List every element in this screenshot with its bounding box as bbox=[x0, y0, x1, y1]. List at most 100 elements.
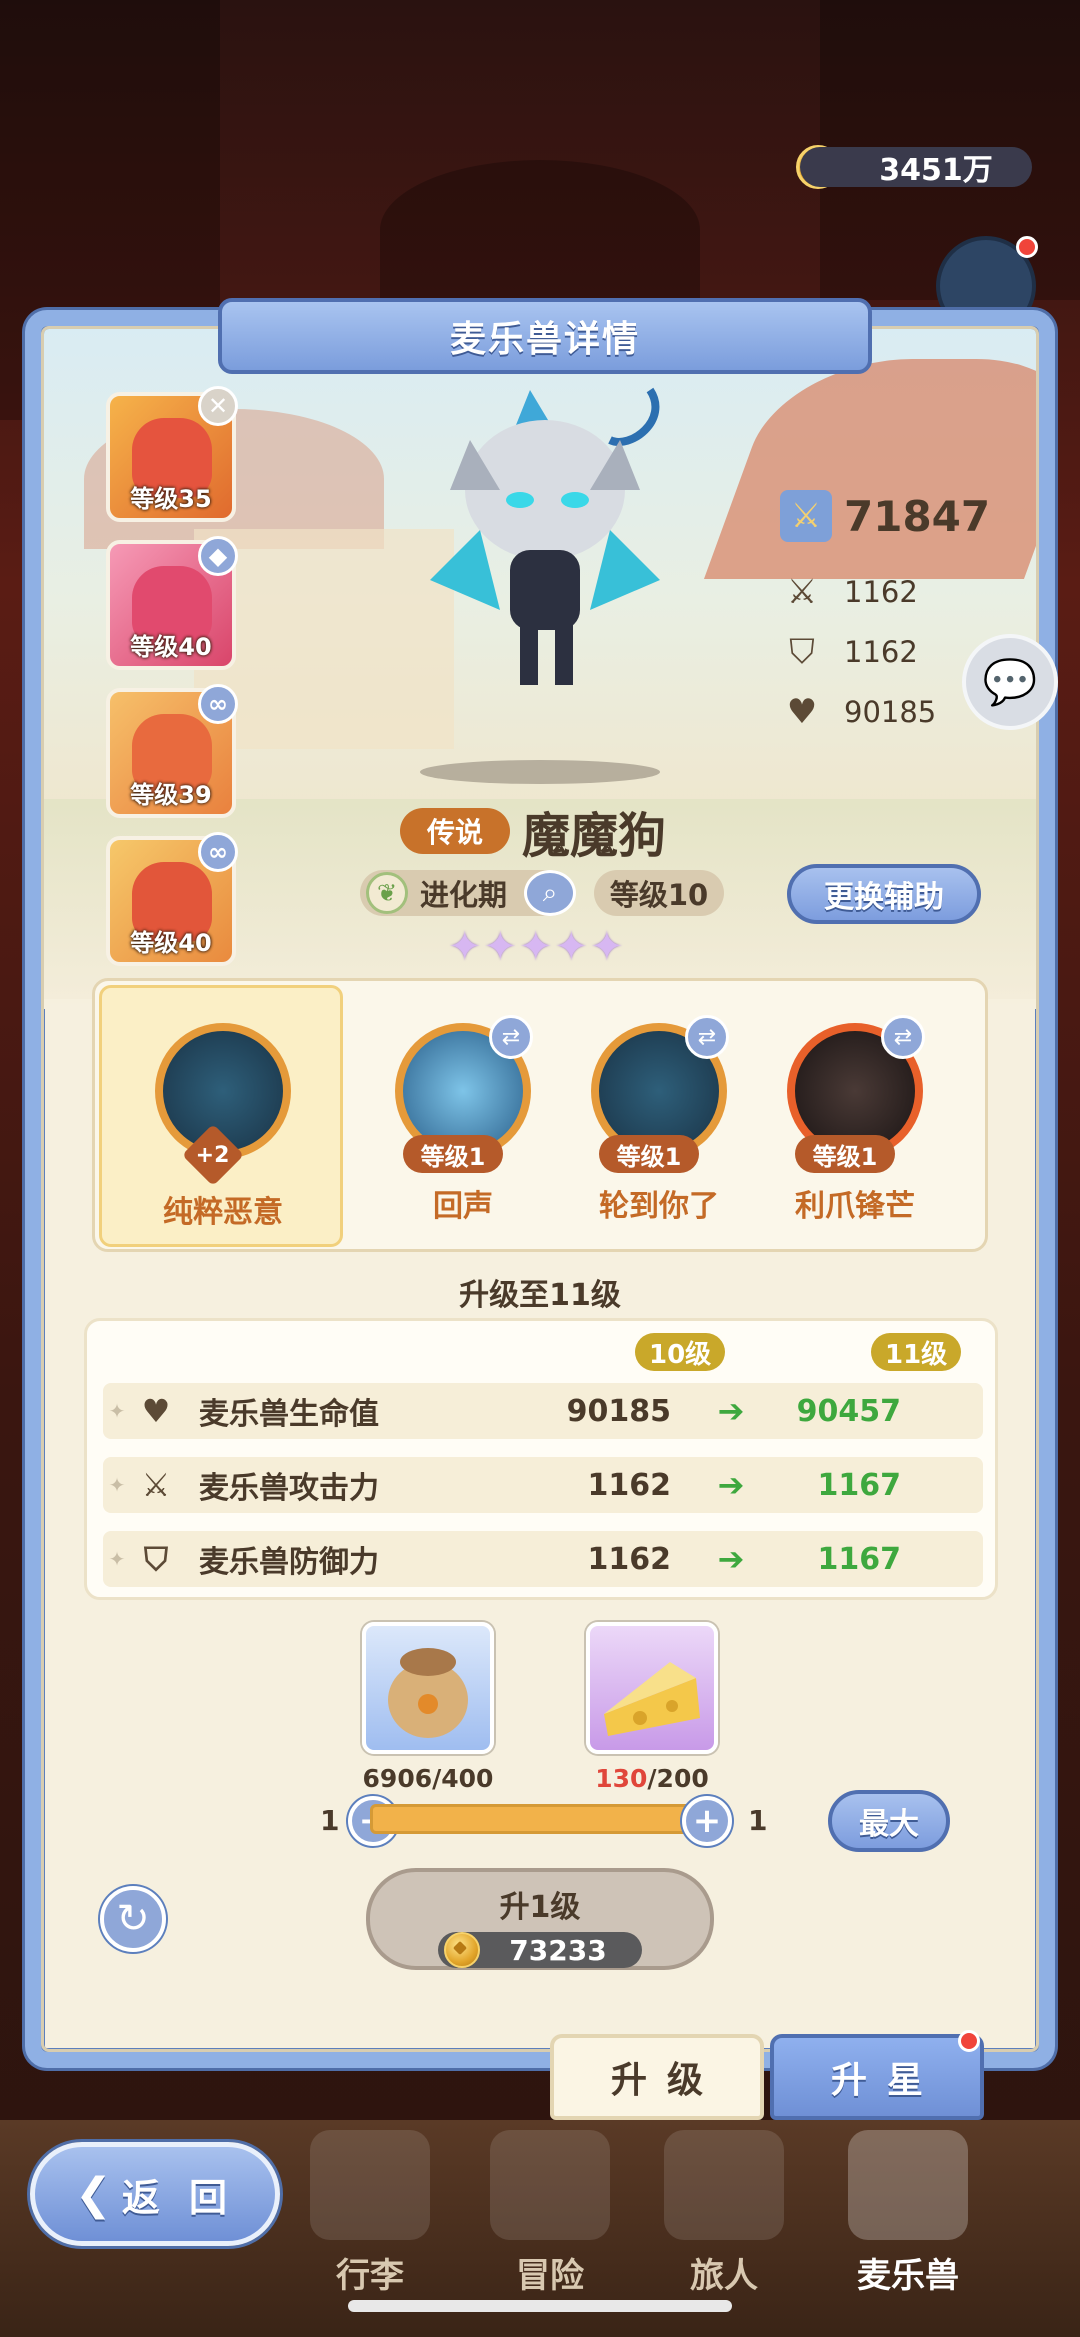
level-up-button[interactable]: 升1级 73233 bbox=[366, 1868, 714, 1970]
nav-label: 冒险 bbox=[516, 2256, 584, 2296]
crossed-swords-icon bbox=[490, 2130, 610, 2240]
skill-level: 等级1 bbox=[599, 1135, 699, 1173]
gold-coin-icon bbox=[444, 1932, 480, 1968]
skill-name: 轮到你了 bbox=[599, 1189, 719, 1224]
panel-title-text: 麦乐兽详情 bbox=[449, 319, 640, 360]
cheese-item[interactable] bbox=[586, 1622, 718, 1754]
heart-icon: ♥ bbox=[786, 692, 818, 732]
refresh-icon[interactable]: ↻ bbox=[100, 1886, 166, 1952]
table-row: ✦ ⛉ 麦乐兽防御力 1162 ➔ 1167 bbox=[103, 1531, 983, 1587]
combat-power-value: 71847 bbox=[844, 491, 991, 541]
back-label: 返 回 bbox=[121, 2175, 236, 2220]
shield-icon: ⛉ bbox=[789, 632, 815, 672]
upgrade-title: 升级至11级 bbox=[459, 1278, 621, 1313]
arrow-right-icon: ➔ bbox=[717, 1392, 745, 1430]
food-bag-item[interactable] bbox=[362, 1622, 494, 1754]
nav-label: 旅人 bbox=[690, 2256, 758, 2296]
link-icon: ∞ bbox=[198, 832, 238, 872]
chat-bubble-button[interactable]: 💬 bbox=[962, 634, 1058, 730]
close-icon[interactable]: ✕ bbox=[198, 386, 238, 426]
assist-card-level: 等级39 bbox=[130, 781, 212, 809]
plus-button[interactable]: + bbox=[682, 1796, 732, 1846]
diamond-icon: ✦ bbox=[108, 1473, 126, 1497]
stat-next: 1167 bbox=[817, 1541, 902, 1577]
nav-monsters[interactable]: 麦乐兽 bbox=[818, 2120, 998, 2320]
stat-label: 麦乐兽防御力 bbox=[199, 1545, 379, 1580]
link-icon: ∞ bbox=[198, 684, 238, 724]
arrow-right-icon: ➔ bbox=[717, 1540, 745, 1578]
main-skill-item[interactable]: +2 纯粹恶意 bbox=[145, 1023, 301, 1231]
combat-power: ⚔ 71847 bbox=[780, 490, 990, 542]
sword-icon: ⚔ bbox=[141, 1466, 171, 1504]
heart-icon: ♥ bbox=[141, 1392, 171, 1430]
level-up-cost: 73233 bbox=[438, 1932, 642, 1968]
skill-level: 等级1 bbox=[795, 1135, 895, 1173]
zoom-icon[interactable]: ⌕ bbox=[524, 870, 576, 916]
defense-value: 1162 bbox=[844, 635, 918, 669]
tab-star-up[interactable]: 升星 bbox=[770, 2034, 984, 2120]
current-level-label: 10级 bbox=[635, 1333, 726, 1371]
notification-dot bbox=[1016, 236, 1038, 258]
shield-icon: ⛉ bbox=[143, 1539, 168, 1578]
slider-min: 1 bbox=[320, 1804, 340, 1837]
swap-icon[interactable]: ⇄ bbox=[685, 1015, 729, 1059]
shield-badge-icon: ◆ bbox=[198, 536, 238, 576]
max-button[interactable]: 最大 bbox=[828, 1790, 950, 1852]
back-button[interactable]: ❮ 返 回 bbox=[30, 2142, 280, 2246]
home-indicator[interactable] bbox=[348, 2300, 732, 2312]
bag-icon bbox=[310, 2130, 430, 2240]
diamond-icon: ✦ bbox=[108, 1547, 126, 1571]
assist-card-level: 等级35 bbox=[130, 485, 212, 513]
monster-icon bbox=[848, 2130, 968, 2240]
gold-counter: 3451万 bbox=[800, 147, 1032, 188]
evolution-stage-label: 进化期 bbox=[420, 878, 508, 912]
sprout-icon: ❦ bbox=[366, 872, 408, 914]
hp-value: 90185 bbox=[844, 695, 937, 729]
swap-icon[interactable]: ⇄ bbox=[881, 1015, 925, 1059]
gold-amount: 3451万 bbox=[879, 153, 993, 188]
slider-max: 1 bbox=[748, 1804, 768, 1837]
star-icon: ✦ bbox=[519, 924, 553, 970]
swap-icon[interactable]: ⇄ bbox=[489, 1015, 533, 1059]
nav-adventure[interactable]: 冒险 bbox=[460, 2120, 640, 2320]
rarity-badge: 传说 bbox=[400, 808, 510, 854]
stat-label: 麦乐兽攻击力 bbox=[199, 1471, 379, 1506]
cheese-icon bbox=[604, 1662, 700, 1736]
level-up-label: 升1级 bbox=[499, 1890, 581, 1925]
food-bag-count: 6906/400 bbox=[362, 1764, 494, 1793]
upgrade-stat-table: 10级 11级 ✦ ♥ 麦乐兽生命值 90185 ➔ 90457 ✦ ⚔ 麦乐兽… bbox=[84, 1318, 998, 1600]
stat-next: 1167 bbox=[817, 1467, 902, 1503]
skill-item[interactable]: ⇄ 等级1 轮到你了 bbox=[581, 1015, 737, 1225]
skill-name: 纯粹恶意 bbox=[163, 1195, 283, 1230]
sword-icon: ⚔ bbox=[786, 572, 818, 612]
nav-travelers[interactable]: 旅人 bbox=[634, 2120, 814, 2320]
cheese-count: 130/200 bbox=[595, 1764, 709, 1793]
skill-level: 等级1 bbox=[403, 1135, 503, 1173]
arrow-right-icon: ➔ bbox=[717, 1466, 745, 1504]
attack-stat: ⚔ 1162 bbox=[782, 572, 918, 612]
panel-title: 麦乐兽详情 bbox=[218, 298, 872, 374]
monster-shadow bbox=[420, 760, 660, 784]
food-bag-icon bbox=[388, 1648, 468, 1738]
monster-artwork bbox=[430, 387, 660, 685]
quantity-slider[interactable] bbox=[370, 1804, 706, 1834]
table-row: ✦ ⚔ 麦乐兽攻击力 1162 ➔ 1167 bbox=[103, 1457, 983, 1513]
attack-value: 1162 bbox=[844, 575, 918, 609]
hp-stat: ♥ 90185 bbox=[782, 692, 937, 732]
traveler-icon bbox=[664, 2130, 784, 2240]
swap-assist-button[interactable]: 更换辅助 bbox=[787, 864, 981, 924]
nav-label: 麦乐兽 bbox=[857, 2256, 959, 2296]
diamond-icon: ✦ bbox=[108, 1399, 126, 1423]
power-shield-icon: ⚔ bbox=[780, 490, 832, 542]
skill-item[interactable]: ⇄ 等级1 利爪锋芒 bbox=[777, 1015, 933, 1225]
nav-label: 行李 bbox=[336, 2256, 404, 2296]
back-arrow-icon: ❮ bbox=[74, 2168, 112, 2220]
skill-panel: +2 纯粹恶意 ⇄ 等级1 回声 ⇄ 等级1 轮到你了 ⇄ 等级1 利爪锋芒 bbox=[92, 978, 988, 1252]
skill-item[interactable]: ⇄ 等级1 回声 bbox=[385, 1015, 541, 1225]
star-icon: ✦ bbox=[554, 924, 589, 970]
tab-level-up[interactable]: 升级 bbox=[550, 2034, 764, 2120]
defense-stat: ⛉ 1162 bbox=[782, 632, 918, 672]
star-icon: ✦ bbox=[590, 924, 624, 970]
nav-bag[interactable]: 行李 bbox=[280, 2120, 460, 2320]
skill-name: 利爪锋芒 bbox=[795, 1189, 915, 1224]
